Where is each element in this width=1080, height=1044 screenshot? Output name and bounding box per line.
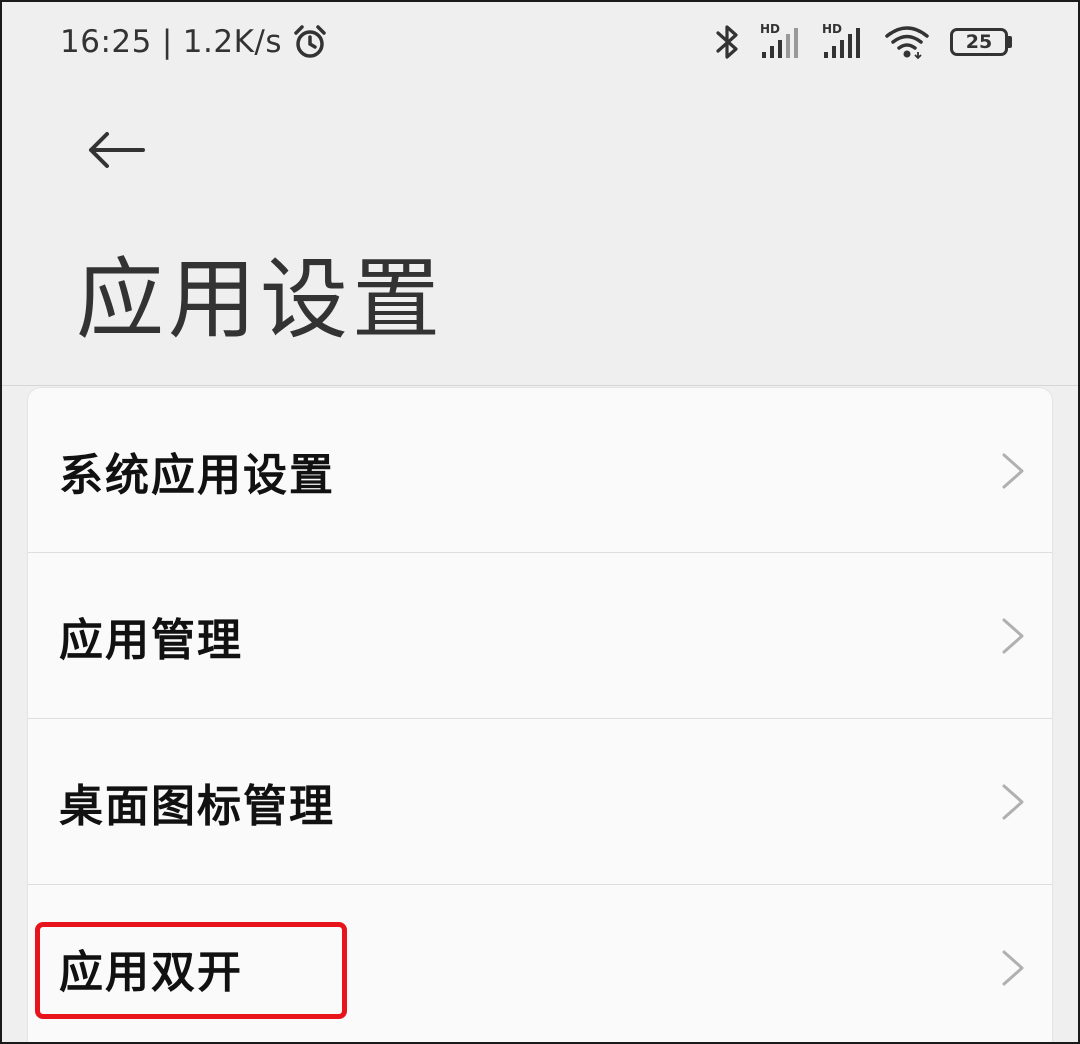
status-time: 16:25 xyxy=(60,24,152,60)
menu-item-label: 系统应用设置 xyxy=(59,450,335,501)
chevron-right-icon xyxy=(1002,950,1024,986)
menu-item-label: 应用管理 xyxy=(59,615,243,666)
chevron-right-icon xyxy=(1002,453,1024,489)
status-bar: 16:25 | 1.2K/s HD HD 25 xyxy=(0,0,1080,90)
back-button[interactable] xyxy=(78,118,154,182)
menu-item-system-app-settings[interactable]: 系统应用设置 xyxy=(28,388,1052,554)
cellular-signal-1-icon: HD xyxy=(760,22,802,60)
battery-icon: 25 xyxy=(950,27,1014,57)
wifi-icon xyxy=(885,26,929,60)
page-title: 应用设置 xyxy=(76,248,445,351)
menu-item-label: 桌面图标管理 xyxy=(59,781,335,832)
battery-level: 25 xyxy=(950,28,1008,56)
bluetooth-icon xyxy=(716,25,738,59)
menu-item-desktop-icon-management[interactable]: 桌面图标管理 xyxy=(28,719,1052,885)
arrow-left-icon xyxy=(89,132,145,168)
status-left: 16:25 | 1.2K/s xyxy=(60,22,328,62)
chevron-right-icon xyxy=(1002,618,1024,654)
highlight-box xyxy=(35,922,347,1019)
status-separator: | xyxy=(161,24,173,60)
chevron-right-icon xyxy=(1002,784,1024,820)
header-divider xyxy=(0,385,1080,386)
network-speed: 1.2K/s xyxy=(182,24,283,60)
cellular-signal-2-icon: HD xyxy=(822,22,864,60)
alarm-clock-icon xyxy=(294,25,326,58)
status-right: HD HD 25 xyxy=(714,22,1014,62)
menu-item-app-management[interactable]: 应用管理 xyxy=(28,553,1052,719)
